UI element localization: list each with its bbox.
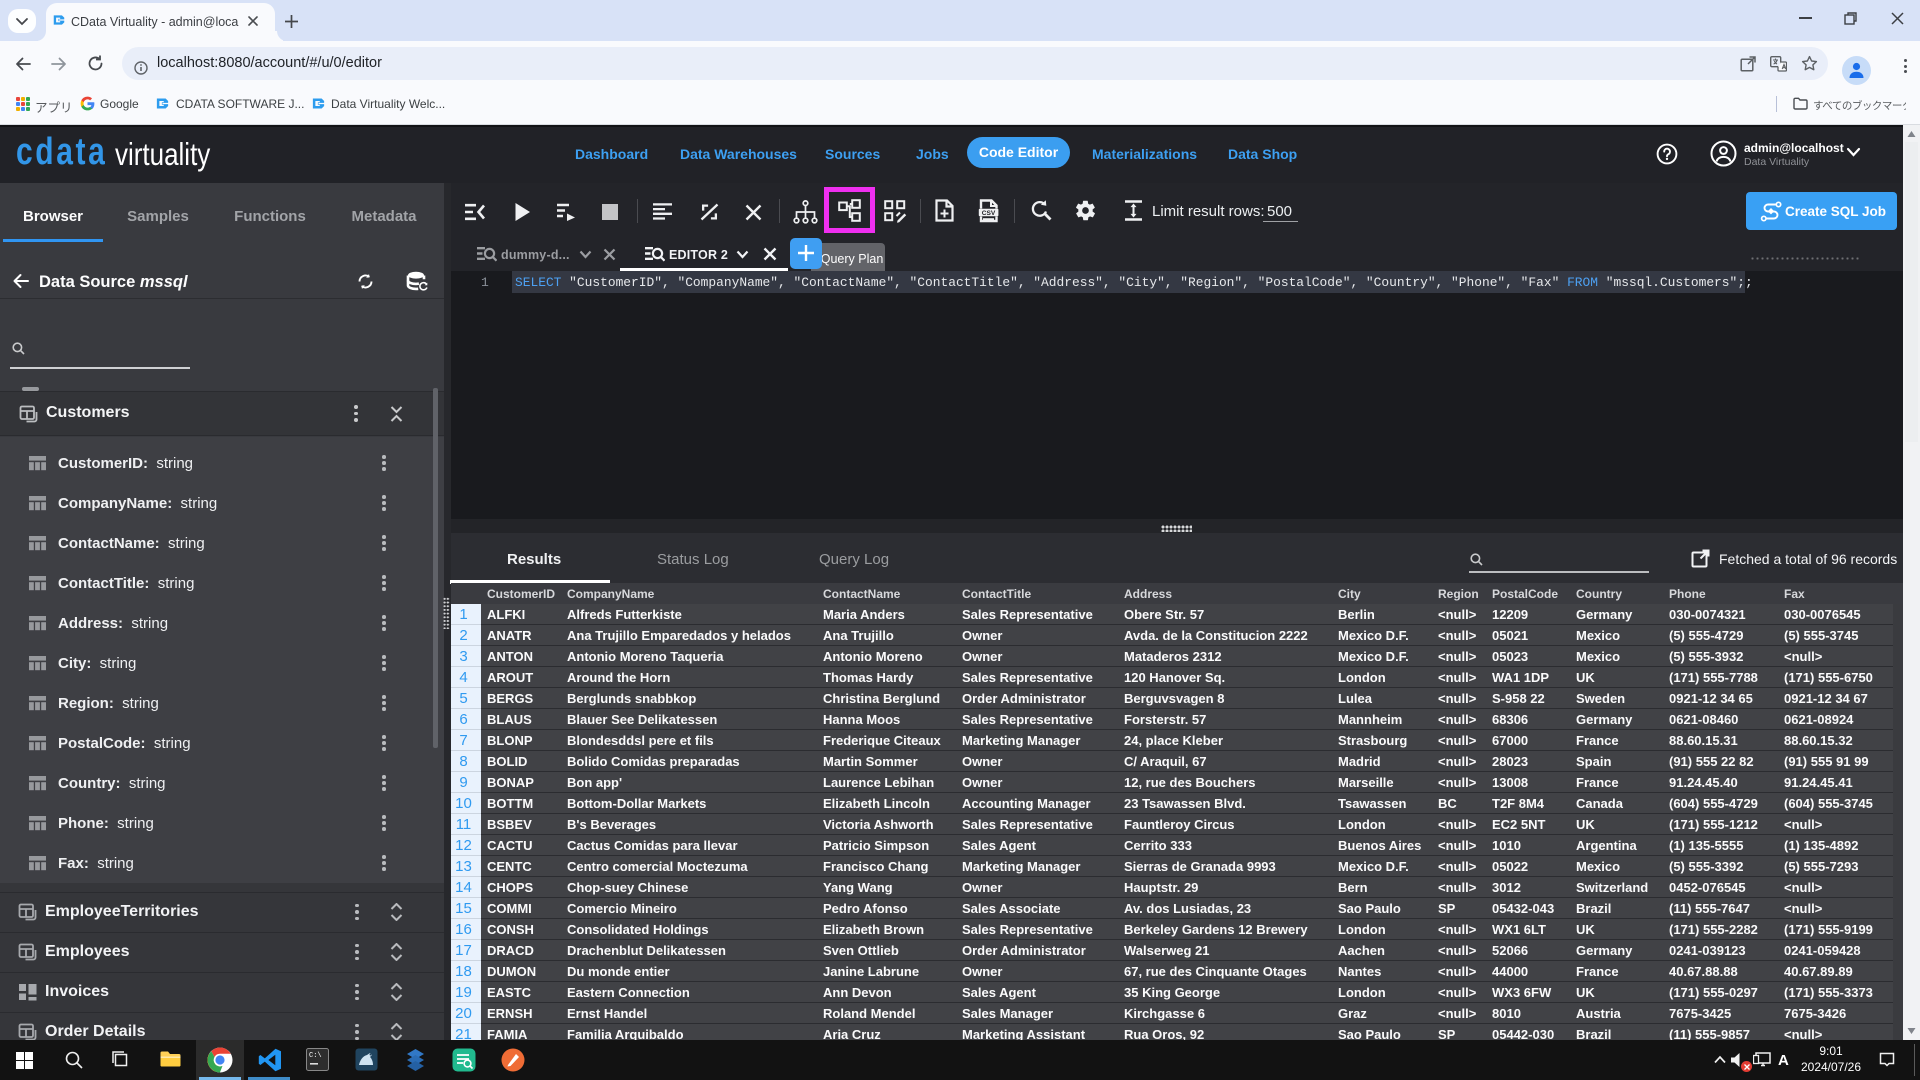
svg-text:virtuality: virtuality [115, 138, 211, 173]
svg-text:cdata: cdata [16, 131, 107, 173]
svg-text:CSV: CSV [982, 210, 996, 217]
svg-text:C:\: C:\ [309, 1052, 322, 1060]
